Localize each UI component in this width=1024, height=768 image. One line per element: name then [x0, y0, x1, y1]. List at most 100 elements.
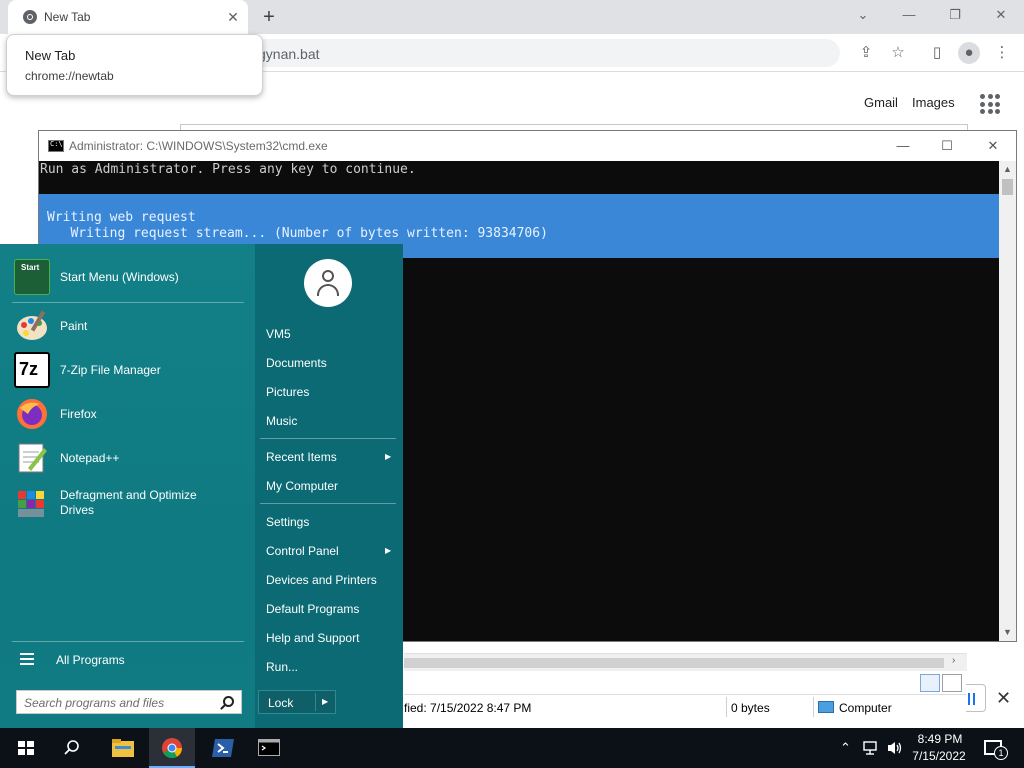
explorer-view-switcher — [404, 672, 967, 694]
place-control-panel[interactable]: Control Panel — [266, 544, 339, 558]
start-menu: Start Start Menu (Windows) Paint 7z 7-Zi… — [0, 244, 403, 728]
scroll-up-arrow-icon[interactable]: ▲ — [999, 161, 1016, 177]
separator — [260, 438, 396, 439]
program-firefox[interactable]: Firefox — [12, 393, 248, 435]
hscroll-track[interactable] — [404, 658, 944, 668]
defragment-drive-icon — [18, 491, 44, 517]
program-notepadpp[interactable]: Notepad++ — [12, 437, 248, 479]
program-label: Paint — [60, 319, 88, 333]
progress-detail: Writing request stream... (Number of byt… — [47, 226, 548, 241]
lock-options-arrow-icon[interactable]: ▶ — [322, 697, 328, 706]
scroll-down-arrow-icon[interactable]: ▼ — [999, 624, 1016, 640]
panel-close-icon[interactable]: ✕ — [996, 688, 1011, 709]
cmd-minimize-button[interactable]: — — [888, 135, 918, 157]
place-pictures[interactable]: Pictures — [266, 385, 309, 399]
gmail-link[interactable]: Gmail — [864, 95, 898, 110]
place-recent-items[interactable]: Recent Items — [266, 450, 337, 464]
separator — [12, 302, 244, 303]
program-label: Notepad++ — [60, 451, 120, 465]
details-view-icon[interactable] — [920, 674, 940, 692]
browser-menu-icon[interactable]: ⋮ — [991, 42, 1013, 64]
powershell-icon — [212, 739, 234, 757]
hover-card-title: New Tab — [25, 48, 76, 63]
images-link[interactable]: Images — [912, 95, 955, 110]
lock-label: Lock — [268, 696, 294, 710]
new-tab-button[interactable]: + — [258, 6, 280, 28]
profile-avatar-icon[interactable]: ● — [958, 42, 980, 64]
place-default-programs[interactable]: Default Programs — [266, 602, 359, 616]
taskbar-cmd[interactable] — [246, 728, 292, 768]
preview-view-icon[interactable] — [942, 674, 962, 692]
share-icon[interactable]: ⇪ — [855, 42, 877, 64]
cmd-close-button[interactable]: ✕ — [978, 135, 1008, 157]
side-panel-icon[interactable]: ▯ — [926, 42, 948, 64]
place-my-computer[interactable]: My Computer — [266, 479, 338, 493]
status-size: 0 bytes — [731, 701, 770, 715]
scroll-thumb[interactable] — [1002, 179, 1013, 195]
hover-card-url: chrome://newtab — [25, 69, 114, 83]
status-location: Computer — [839, 701, 892, 715]
list-icon — [20, 653, 34, 665]
browser-tab-newtab[interactable]: New Tab ✕ — [8, 0, 248, 34]
bookmark-star-icon[interactable]: ☆ — [887, 42, 909, 64]
google-apps-icon[interactable] — [980, 94, 1000, 114]
cmd-titlebar[interactable]: Administrator: C:\WINDOWS\System32\cmd.e… — [39, 131, 1016, 161]
firefox-icon — [17, 399, 47, 429]
address-bar[interactable]: gynan.bat — [240, 39, 840, 67]
taskbar-powershell[interactable] — [199, 728, 245, 768]
cmd-vertical-scrollbar[interactable]: ▲ ▼ — [999, 161, 1016, 641]
place-settings[interactable]: Settings — [266, 515, 309, 529]
side-panel-tab[interactable] — [966, 684, 986, 712]
submenu-arrow-icon: ▶ — [385, 452, 392, 461]
start-menu-app-icon: Start — [14, 259, 50, 295]
program-label: 7-Zip File Manager — [60, 363, 161, 377]
search-placeholder: Search programs and files — [24, 696, 165, 710]
start-button[interactable] — [2, 728, 48, 768]
place-user[interactable]: VM5 — [266, 327, 291, 341]
program-label: Firefox — [60, 407, 97, 421]
tab-hover-card: New Tab chrome://newtab — [6, 34, 263, 96]
chrome-icon — [162, 738, 183, 759]
place-devices-printers[interactable]: Devices and Printers — [266, 573, 377, 587]
place-help-support[interactable]: Help and Support — [266, 631, 359, 645]
clock-date[interactable]: 7/15/2022 — [908, 749, 970, 763]
volume-icon[interactable] — [886, 740, 904, 756]
sevenzip-icon: 7z — [14, 352, 50, 388]
start-search-input[interactable]: Search programs and files — [16, 690, 242, 714]
tray-chevron-up-icon[interactable]: ⌃ — [840, 740, 851, 756]
program-paint[interactable]: Paint — [12, 305, 248, 347]
cmd-maximize-button[interactable]: ☐ — [932, 135, 962, 157]
taskbar-file-explorer[interactable] — [99, 728, 145, 768]
notepadpp-icon — [18, 443, 47, 473]
cmd-window-icon — [48, 140, 64, 152]
browser-minimize-button[interactable]: — — [896, 4, 922, 26]
user-avatar[interactable] — [304, 259, 352, 307]
place-documents[interactable]: Documents — [266, 356, 327, 370]
program-start-menu-windows[interactable]: Start Start Menu (Windows) — [12, 256, 248, 298]
place-run[interactable]: Run... — [266, 660, 298, 674]
tab-close-icon[interactable]: ✕ — [224, 8, 242, 26]
lock-button[interactable]: Lock ▶ — [258, 690, 336, 714]
explorer-horizontal-scrollbar[interactable]: › — [404, 653, 967, 671]
clock-time[interactable]: 8:49 PM — [914, 732, 966, 746]
program-7zip[interactable]: 7z 7-Zip File Manager — [12, 349, 248, 391]
place-music[interactable]: Music — [266, 414, 297, 428]
network-icon[interactable] — [862, 740, 880, 756]
console-line: Run as Administrator. Press any key to c… — [40, 162, 416, 177]
taskbar-search-button[interactable] — [48, 728, 94, 768]
all-programs-button[interactable]: All Programs — [18, 649, 248, 671]
submenu-arrow-icon: ▶ — [385, 546, 392, 555]
separator — [260, 503, 396, 504]
browser-restore-button[interactable]: ❐ — [942, 4, 968, 26]
tab-search-chevron-icon[interactable]: ⌄ — [850, 4, 876, 26]
start-menu-programs-pane: Start Start Menu (Windows) Paint 7z 7-Zi… — [0, 244, 255, 728]
program-defragment[interactable]: Defragment and Optimize Drives — [12, 482, 248, 524]
hscroll-right-arrow-icon[interactable]: › — [952, 655, 955, 666]
taskbar-chrome[interactable] — [149, 728, 195, 768]
user-body-icon — [317, 284, 339, 296]
status-modified: fied: 7/15/2022 8:47 PM — [404, 701, 532, 715]
tab-title: New Tab — [44, 10, 91, 24]
program-label: Start Menu (Windows) — [60, 270, 179, 284]
browser-close-button[interactable]: ✕ — [988, 4, 1014, 26]
search-icon[interactable] — [223, 696, 234, 707]
